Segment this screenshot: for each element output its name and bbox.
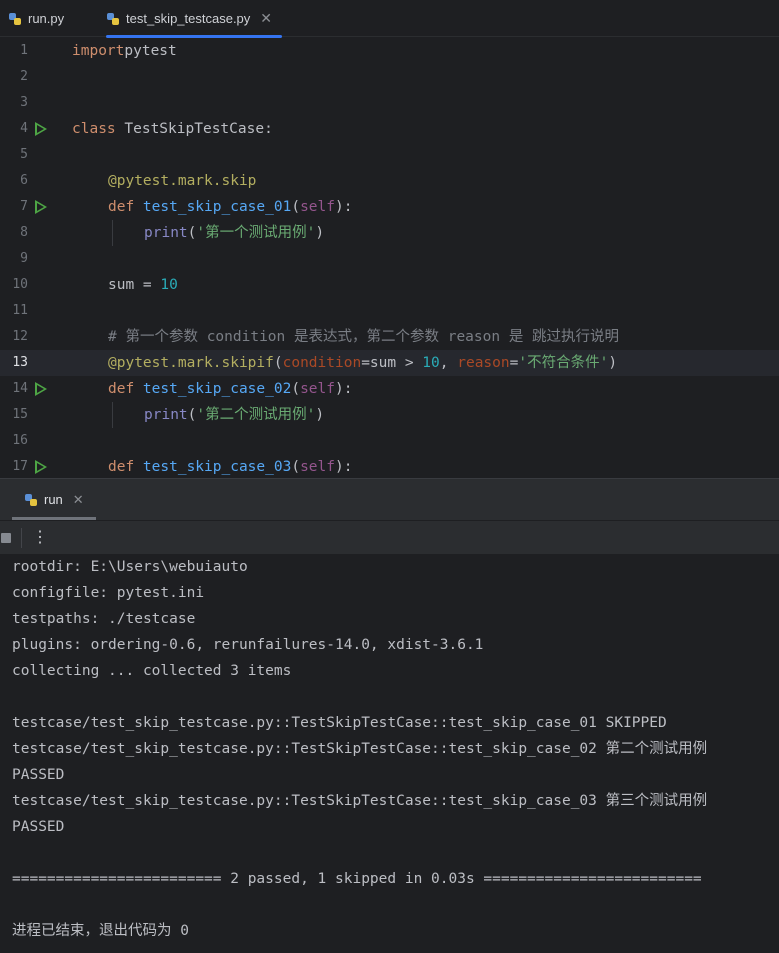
- console-line: testpaths: ./testcase: [12, 611, 196, 627]
- stop-icon[interactable]: [1, 533, 11, 543]
- line-number[interactable]: 14: [0, 376, 28, 402]
- more-options-icon[interactable]: ⋮: [32, 527, 48, 547]
- line-number[interactable]: 17: [0, 454, 28, 478]
- line-number[interactable]: 7: [0, 194, 28, 220]
- indent-guide: [112, 220, 113, 246]
- line-number[interactable]: 16: [0, 428, 28, 454]
- console-line: testcase/test_skip_testcase.py::TestSkip…: [12, 715, 667, 731]
- tab-label: run: [44, 492, 63, 507]
- code-text: def test_skip_case_02(self):: [108, 381, 353, 397]
- code-text: importpytest: [72, 43, 177, 59]
- console-toolbar: ⋮: [0, 520, 779, 554]
- line-number[interactable]: 5: [0, 142, 28, 168]
- code-editor[interactable]: 1 importpytest 2 3 4 class TestSkipTestCase: 5…: [0, 38, 779, 478]
- code-line[interactable]: 10 sum = 10: [0, 272, 779, 298]
- code-text: @pytest.mark.skipif(condition=sum > 10, …: [108, 355, 618, 371]
- code-line[interactable]: 9: [0, 246, 779, 272]
- console-line: testcase/test_skip_testcase.py::TestSkip…: [12, 793, 708, 809]
- code-text: def test_skip_case_03(self):: [108, 459, 353, 475]
- code-text: print('第二个测试用例'): [144, 407, 325, 423]
- code-line[interactable]: 16: [0, 428, 779, 454]
- run-gutter-icon[interactable]: [35, 382, 47, 396]
- line-number[interactable]: 2: [0, 64, 28, 90]
- indent-guide: [112, 402, 113, 428]
- console-line: configfile: pytest.ini: [12, 585, 205, 601]
- line-number[interactable]: 4: [0, 116, 28, 142]
- code-text: sum = 10: [108, 277, 178, 293]
- code-text: # 第一个参数 condition 是表达式，第二个参数 reason 是 跳过…: [108, 329, 620, 345]
- code-line[interactable]: 15 print('第二个测试用例'): [0, 402, 779, 428]
- line-number[interactable]: 3: [0, 90, 28, 116]
- code-line[interactable]: 6 @pytest.mark.skip: [0, 168, 779, 194]
- tool-window-tab-bar: run ✕: [0, 478, 779, 520]
- code-line[interactable]: 8 print('第一个测试用例'): [0, 220, 779, 246]
- tab-label: test_skip_testcase.py: [126, 11, 251, 26]
- line-number[interactable]: 6: [0, 168, 28, 194]
- python-file-icon: [107, 12, 119, 25]
- console-line: PASSED: [12, 767, 65, 783]
- code-line[interactable]: 14 def test_skip_case_02(self):: [0, 376, 779, 402]
- code-text: def test_skip_case_01(self):: [108, 199, 353, 215]
- line-number[interactable]: 11: [0, 298, 28, 324]
- close-icon[interactable]: ✕: [73, 492, 84, 508]
- code-line[interactable]: 7 def test_skip_case_01(self):: [0, 194, 779, 220]
- toolbar-divider: [21, 528, 22, 548]
- console-line: plugins: ordering-0.6, rerunfailures-14.…: [12, 637, 484, 653]
- run-gutter-icon[interactable]: [35, 200, 47, 214]
- tab-label: run.py: [28, 11, 65, 26]
- code-line[interactable]: 12 # 第一个参数 condition 是表达式，第二个参数 reason 是 …: [0, 324, 779, 350]
- code-text: @pytest.mark.skip: [108, 173, 257, 189]
- code-text: print('第一个测试用例'): [144, 225, 325, 241]
- tab-run-py[interactable]: run.py: [8, 0, 64, 37]
- console-line: rootdir: E:\Users\webuiauto: [12, 559, 248, 575]
- console-line: 进程已结束，退出代码为 0: [12, 923, 189, 939]
- code-line[interactable]: 4 class TestSkipTestCase:: [0, 116, 779, 142]
- python-run-icon: [25, 493, 37, 506]
- code-line[interactable]: 13 @pytest.mark.skipif(condition=sum > 10…: [0, 350, 779, 376]
- code-line[interactable]: 1 importpytest: [0, 38, 779, 64]
- code-line[interactable]: 2: [0, 64, 779, 90]
- run-gutter-icon[interactable]: [35, 122, 47, 136]
- console-line: ======================== 2 passed, 1 ski…: [12, 871, 702, 887]
- line-number[interactable]: 1: [0, 38, 28, 64]
- line-number[interactable]: 15: [0, 402, 28, 428]
- line-number[interactable]: 13: [0, 350, 28, 376]
- console-line: testcase/test_skip_testcase.py::TestSkip…: [12, 741, 708, 757]
- tab-run[interactable]: run ✕: [12, 479, 96, 520]
- code-line[interactable]: 3: [0, 90, 779, 116]
- code-line[interactable]: 5: [0, 142, 779, 168]
- code-text: class TestSkipTestCase:: [72, 121, 273, 137]
- python-file-icon: [9, 12, 21, 25]
- code-line[interactable]: 17 def test_skip_case_03(self):: [0, 454, 779, 478]
- line-number[interactable]: 8: [0, 220, 28, 246]
- console-line: collecting ... collected 3 items: [12, 663, 292, 679]
- line-number[interactable]: 10: [0, 272, 28, 298]
- line-number[interactable]: 9: [0, 246, 28, 272]
- close-icon[interactable]: ✕: [260, 10, 272, 27]
- editor-tab-bar: run.py test_skip_testcase.py ✕: [0, 0, 779, 38]
- run-gutter-icon[interactable]: [35, 460, 47, 474]
- run-console-output[interactable]: rootdir: E:\Users\webuiauto configfile: p…: [0, 554, 779, 953]
- line-number[interactable]: 12: [0, 324, 28, 350]
- console-line: PASSED: [12, 819, 65, 835]
- tab-test-skip-testcase[interactable]: test_skip_testcase.py ✕: [106, 0, 283, 38]
- code-line[interactable]: 11: [0, 298, 779, 324]
